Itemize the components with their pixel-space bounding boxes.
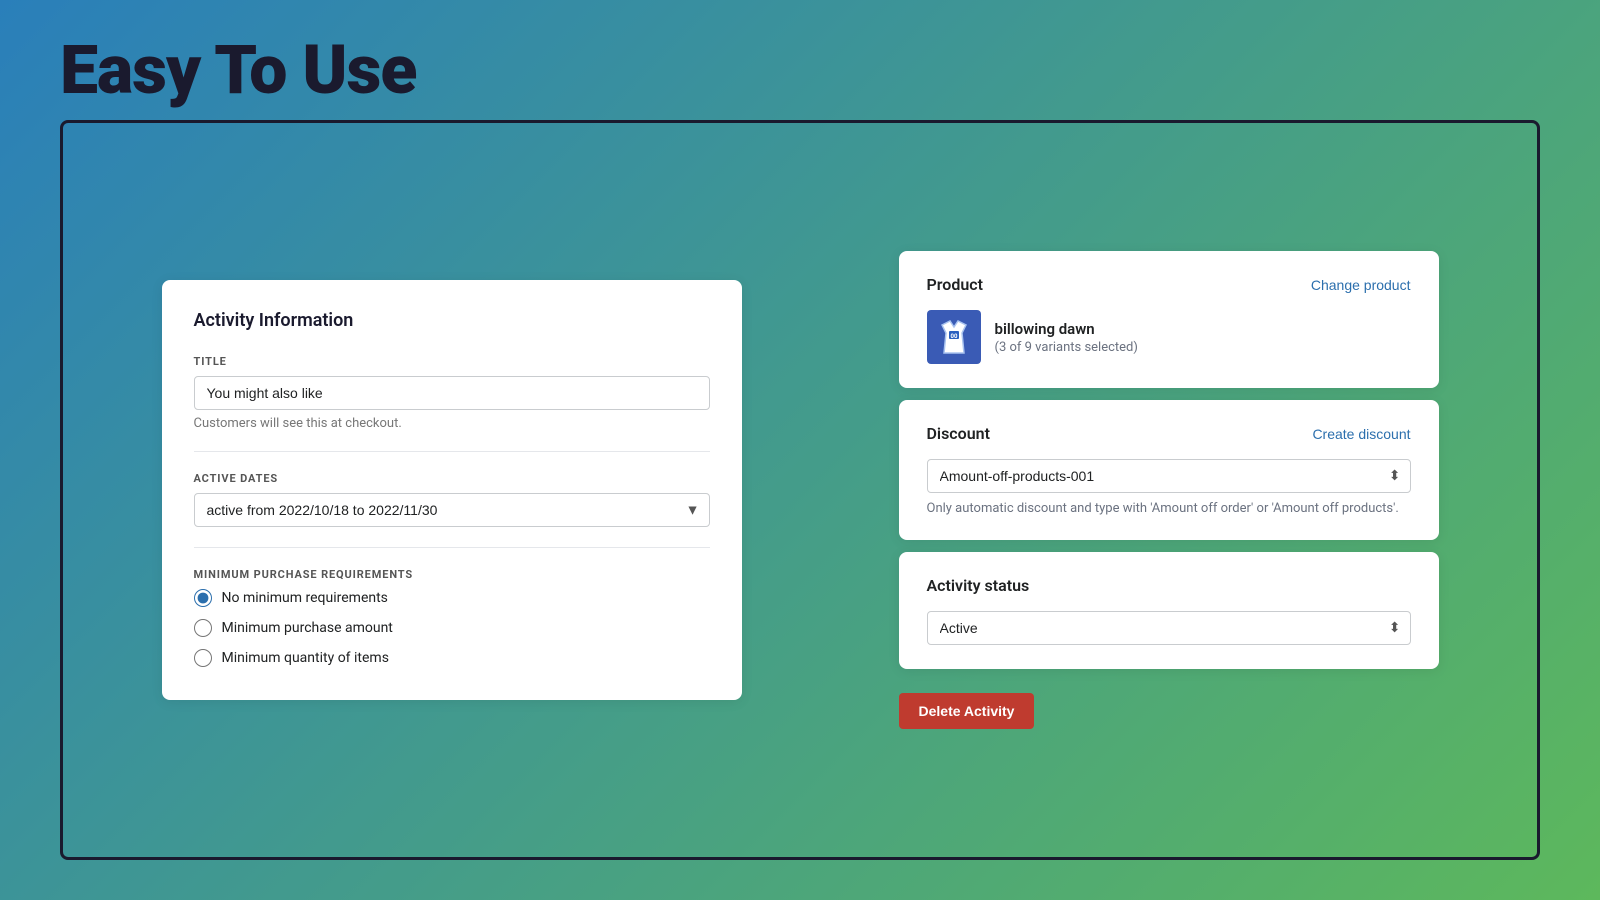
product-image: 00 [927, 310, 981, 364]
active-dates-field: ACTIVE DATES active from 2022/10/18 to 2… [194, 472, 710, 527]
product-card-header: Product Change product [927, 275, 1411, 294]
divider-1 [194, 451, 710, 452]
discount-select[interactable]: Amount-off-products-001 [927, 459, 1411, 493]
outer-frame: Activity Information TITLE Customers wil… [60, 120, 1540, 860]
radio-label-min-quantity: Minimum quantity of items [222, 650, 389, 666]
radio-no-minimum[interactable] [194, 589, 212, 607]
radio-min-purchase[interactable] [194, 619, 212, 637]
title-input[interactable] [194, 376, 710, 410]
activity-status-card: Activity status Active Inactive ⬍ [899, 552, 1439, 669]
discount-select-wrapper: Amount-off-products-001 ⬍ [927, 459, 1411, 493]
discount-card-header: Discount Create discount [927, 424, 1411, 443]
radio-item-min-purchase[interactable]: Minimum purchase amount [194, 619, 710, 637]
svg-text:00: 00 [950, 333, 957, 340]
activity-information-title: Activity Information [194, 310, 710, 331]
right-stack: Product Change product 00 billowing dawn… [899, 251, 1439, 729]
delete-button-container: Delete Activity [899, 681, 1439, 729]
create-discount-button[interactable]: Create discount [1312, 426, 1410, 442]
radio-item-min-quantity[interactable]: Minimum quantity of items [194, 649, 710, 667]
radio-label-min-purchase: Minimum purchase amount [222, 620, 393, 636]
min-requirements-field: MINIMUM PURCHASE REQUIREMENTS No minimum… [194, 568, 710, 667]
product-name: billowing dawn [995, 320, 1138, 338]
change-product-button[interactable]: Change product [1311, 277, 1411, 293]
discount-card: Discount Create discount Amount-off-prod… [899, 400, 1439, 540]
radio-label-no-minimum: No minimum requirements [222, 590, 388, 606]
product-section-title: Product [927, 275, 984, 294]
title-field-hint: Customers will see this at checkout. [194, 416, 710, 431]
activity-information-card: Activity Information TITLE Customers wil… [162, 280, 742, 700]
product-row: 00 billowing dawn (3 of 9 variants selec… [927, 310, 1411, 364]
status-select-wrapper: Active Inactive ⬍ [927, 611, 1411, 645]
activity-status-title: Activity status [927, 576, 1030, 595]
title-field-label: TITLE [194, 355, 710, 368]
title-field: TITLE Customers will see this at checkou… [194, 355, 710, 431]
discount-section-title: Discount [927, 424, 990, 443]
product-card: Product Change product 00 billowing dawn… [899, 251, 1439, 388]
product-info: billowing dawn (3 of 9 variants selected… [995, 320, 1138, 355]
radio-item-no-minimum[interactable]: No minimum requirements [194, 589, 710, 607]
discount-hint: Only automatic discount and type with 'A… [927, 501, 1411, 516]
min-requirements-label: MINIMUM PURCHASE REQUIREMENTS [194, 568, 710, 581]
activity-status-select[interactable]: Active Inactive [927, 611, 1411, 645]
product-variants: (3 of 9 variants selected) [995, 340, 1138, 355]
status-card-header: Activity status [927, 576, 1411, 595]
active-dates-select[interactable]: active from 2022/10/18 to 2022/11/30 [194, 493, 710, 527]
page-title: Easy To Use [60, 30, 416, 110]
delete-activity-button[interactable]: Delete Activity [899, 693, 1035, 729]
radio-group: No minimum requirements Minimum purchase… [194, 589, 710, 667]
divider-2 [194, 547, 710, 548]
active-dates-select-wrapper: active from 2022/10/18 to 2022/11/30 ▼ [194, 493, 710, 527]
radio-min-quantity[interactable] [194, 649, 212, 667]
active-dates-label: ACTIVE DATES [194, 472, 710, 485]
